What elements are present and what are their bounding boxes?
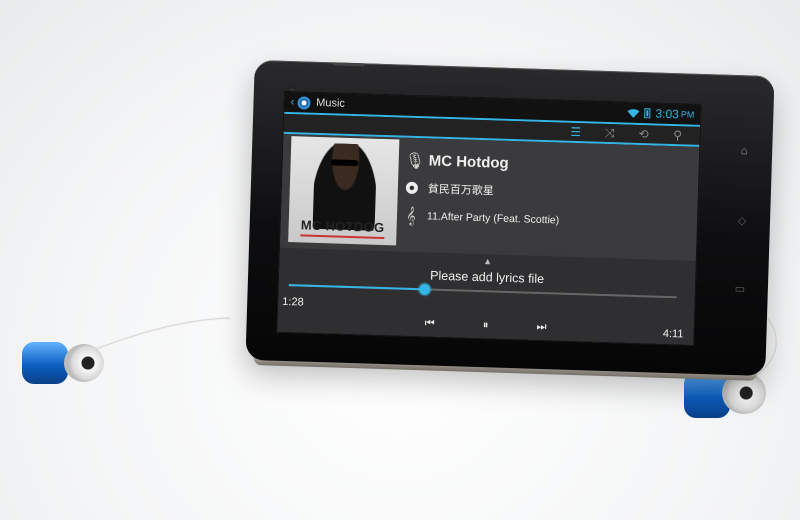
menu-key-icon[interactable]: ▭ bbox=[734, 282, 746, 295]
status-bar: 3:03 PM bbox=[627, 106, 694, 122]
album-glasses bbox=[330, 159, 359, 167]
repeat-icon[interactable]: ⟲ bbox=[635, 127, 651, 141]
disc-icon bbox=[404, 178, 421, 197]
album-art[interactable]: MC HOTDOG bbox=[288, 136, 400, 246]
battery-icon bbox=[644, 108, 651, 119]
shuffle-icon[interactable]: ⤨ bbox=[602, 125, 618, 140]
album-name: 貧民百万歌星 bbox=[427, 183, 495, 198]
search-icon[interactable]: ⚲ bbox=[669, 128, 685, 142]
chevron-left-icon[interactable]: ‹ bbox=[290, 96, 294, 108]
current-time: 1:28 bbox=[282, 295, 304, 309]
status-time: 3:03 bbox=[655, 106, 680, 122]
track-title: 11.After Party (Feat. Scottie) bbox=[426, 210, 560, 227]
microphone-icon: 🎙︎ bbox=[404, 150, 426, 170]
album-art-text: MC HOTDOG bbox=[300, 217, 385, 236]
phone-device: ⌂ ◇ ▭ ‹ Music 3:03 PM ☰ ⤨ ⟲ ⚲ MC HOTDOG … bbox=[245, 59, 775, 381]
now-playing-panel: MC HOTDOG 🎙︎ MC Hotdog 貧民百万歌星 𝄞 11.After… bbox=[280, 133, 700, 257]
list-icon[interactable]: ☰ bbox=[568, 125, 584, 139]
status-ampm: PM bbox=[680, 109, 695, 120]
duration-time: 4:11 bbox=[662, 327, 684, 341]
next-icon[interactable]: ⏭ bbox=[530, 316, 553, 339]
album-underline bbox=[300, 234, 385, 240]
seek-bar-thumb[interactable] bbox=[417, 282, 432, 297]
seek-bar-fill bbox=[288, 284, 425, 291]
player-controls: ▲ Please add lyrics file 1:28 ⏮ ⏸ ⏭ 4:11 bbox=[277, 247, 696, 345]
back-key-icon[interactable]: ⌂ bbox=[738, 144, 750, 157]
wifi-icon bbox=[627, 108, 640, 118]
pause-icon[interactable]: ⏸ bbox=[474, 314, 497, 337]
app-title: Music bbox=[316, 96, 346, 110]
treble-clef-icon: 𝄞 bbox=[406, 205, 417, 226]
track-meta: 🎙︎ MC Hotdog 貧民百万歌星 𝄞 11.After Party (Fe… bbox=[402, 138, 699, 257]
phone-screen: ‹ Music 3:03 PM ☰ ⤨ ⟲ ⚲ MC HOTDOG 🎙︎ MC … bbox=[276, 90, 702, 346]
artist-name: MC Hotdog bbox=[428, 151, 509, 172]
left-earbud bbox=[14, 338, 110, 388]
previous-icon[interactable]: ⏮ bbox=[418, 312, 441, 335]
home-key-icon[interactable]: ◇ bbox=[736, 214, 748, 227]
music-app-icon[interactable] bbox=[296, 95, 311, 110]
